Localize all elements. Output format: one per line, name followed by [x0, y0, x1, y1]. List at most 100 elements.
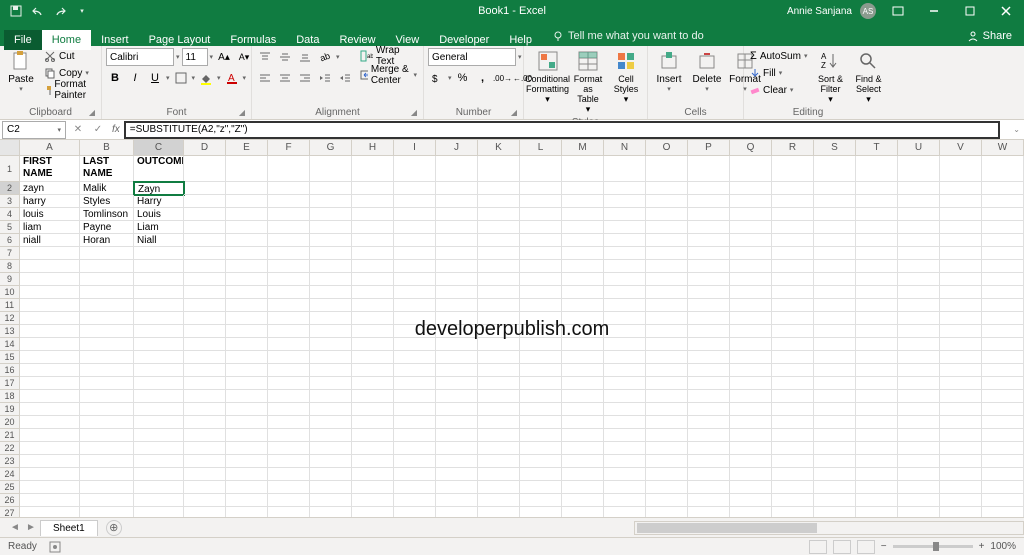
cell[interactable]: niall — [20, 234, 80, 247]
cell[interactable] — [226, 195, 268, 208]
cell[interactable] — [520, 221, 562, 234]
cell[interactable] — [184, 507, 226, 517]
align-bottom-icon[interactable] — [296, 48, 314, 66]
cell[interactable] — [520, 416, 562, 429]
cell[interactable] — [226, 468, 268, 481]
cell[interactable] — [730, 182, 772, 195]
row-header[interactable]: 25 — [0, 481, 20, 494]
cell[interactable] — [352, 312, 394, 325]
cell[interactable] — [940, 416, 982, 429]
cell[interactable] — [20, 312, 80, 325]
cell[interactable] — [268, 507, 310, 517]
cell[interactable] — [134, 481, 184, 494]
cell[interactable]: Harry — [134, 195, 184, 208]
cell[interactable] — [310, 182, 352, 195]
cell[interactable] — [562, 377, 604, 390]
column-header[interactable]: O — [646, 140, 688, 155]
cell[interactable] — [134, 286, 184, 299]
cell[interactable] — [436, 351, 478, 364]
cell[interactable] — [478, 338, 520, 351]
cell[interactable] — [562, 260, 604, 273]
cell[interactable] — [982, 403, 1024, 416]
cell[interactable] — [772, 247, 814, 260]
cell[interactable] — [80, 325, 134, 338]
cell[interactable] — [268, 195, 310, 208]
add-sheet-button[interactable]: ⊕ — [106, 520, 122, 536]
cell[interactable] — [80, 481, 134, 494]
cell[interactable] — [688, 234, 730, 247]
cell[interactable] — [688, 442, 730, 455]
cell[interactable] — [478, 390, 520, 403]
column-header[interactable]: J — [436, 140, 478, 155]
cell[interactable] — [940, 377, 982, 390]
cell[interactable] — [478, 377, 520, 390]
cell[interactable] — [184, 403, 226, 416]
cell[interactable] — [646, 364, 688, 377]
cell[interactable] — [436, 442, 478, 455]
cell[interactable] — [520, 390, 562, 403]
cell[interactable] — [310, 234, 352, 247]
row-header[interactable]: 4 — [0, 208, 20, 221]
cell[interactable] — [478, 286, 520, 299]
cell[interactable] — [940, 312, 982, 325]
cell[interactable] — [814, 507, 856, 517]
chevron-down-icon[interactable]: ▾ — [243, 74, 247, 82]
cell[interactable] — [982, 208, 1024, 221]
cell[interactable] — [604, 247, 646, 260]
cell[interactable] — [562, 299, 604, 312]
cell[interactable]: Malik — [80, 182, 134, 195]
cell[interactable] — [730, 221, 772, 234]
cell[interactable] — [268, 325, 310, 338]
cell[interactable] — [134, 429, 184, 442]
cell[interactable] — [898, 468, 940, 481]
increase-decimal-icon[interactable]: .00→ — [494, 69, 512, 87]
cell[interactable] — [184, 338, 226, 351]
cell[interactable] — [982, 455, 1024, 468]
align-right-icon[interactable] — [296, 69, 314, 87]
cell[interactable] — [562, 390, 604, 403]
cell[interactable] — [436, 286, 478, 299]
cell[interactable] — [184, 494, 226, 507]
cell[interactable] — [436, 195, 478, 208]
cell[interactable] — [688, 351, 730, 364]
cell[interactable] — [562, 351, 604, 364]
cell[interactable] — [814, 416, 856, 429]
cell[interactable] — [352, 481, 394, 494]
column-header[interactable]: R — [772, 140, 814, 155]
zoom-level[interactable]: 100% — [990, 541, 1016, 552]
cell[interactable] — [982, 377, 1024, 390]
cell[interactable] — [310, 312, 352, 325]
cell[interactable] — [352, 182, 394, 195]
cell[interactable] — [310, 273, 352, 286]
orientation-icon[interactable]: ab — [316, 48, 334, 66]
cell[interactable] — [688, 299, 730, 312]
cell[interactable] — [520, 325, 562, 338]
cell[interactable] — [394, 299, 436, 312]
cell[interactable] — [394, 273, 436, 286]
cell[interactable] — [856, 247, 898, 260]
redo-icon[interactable] — [52, 3, 68, 19]
cell[interactable] — [604, 208, 646, 221]
cell[interactable] — [20, 364, 80, 377]
cell[interactable] — [730, 481, 772, 494]
cell[interactable] — [772, 234, 814, 247]
column-header[interactable]: B — [80, 140, 134, 155]
cell[interactable] — [940, 286, 982, 299]
cell[interactable] — [80, 273, 134, 286]
cell[interactable] — [772, 507, 814, 517]
decrease-font-icon[interactable]: A▾ — [235, 48, 253, 66]
cell[interactable] — [268, 377, 310, 390]
dialog-launcher-icon[interactable]: ◢ — [89, 108, 95, 117]
chevron-down-icon[interactable]: ▾ — [336, 53, 340, 61]
border-icon[interactable] — [172, 69, 190, 87]
cell[interactable] — [268, 286, 310, 299]
cell[interactable] — [940, 260, 982, 273]
cell[interactable] — [604, 507, 646, 517]
cell[interactable] — [814, 390, 856, 403]
cell[interactable] — [940, 299, 982, 312]
cell[interactable] — [814, 208, 856, 221]
cell[interactable] — [184, 312, 226, 325]
cell[interactable] — [310, 286, 352, 299]
cell[interactable] — [982, 416, 1024, 429]
row-header[interactable]: 26 — [0, 494, 20, 507]
